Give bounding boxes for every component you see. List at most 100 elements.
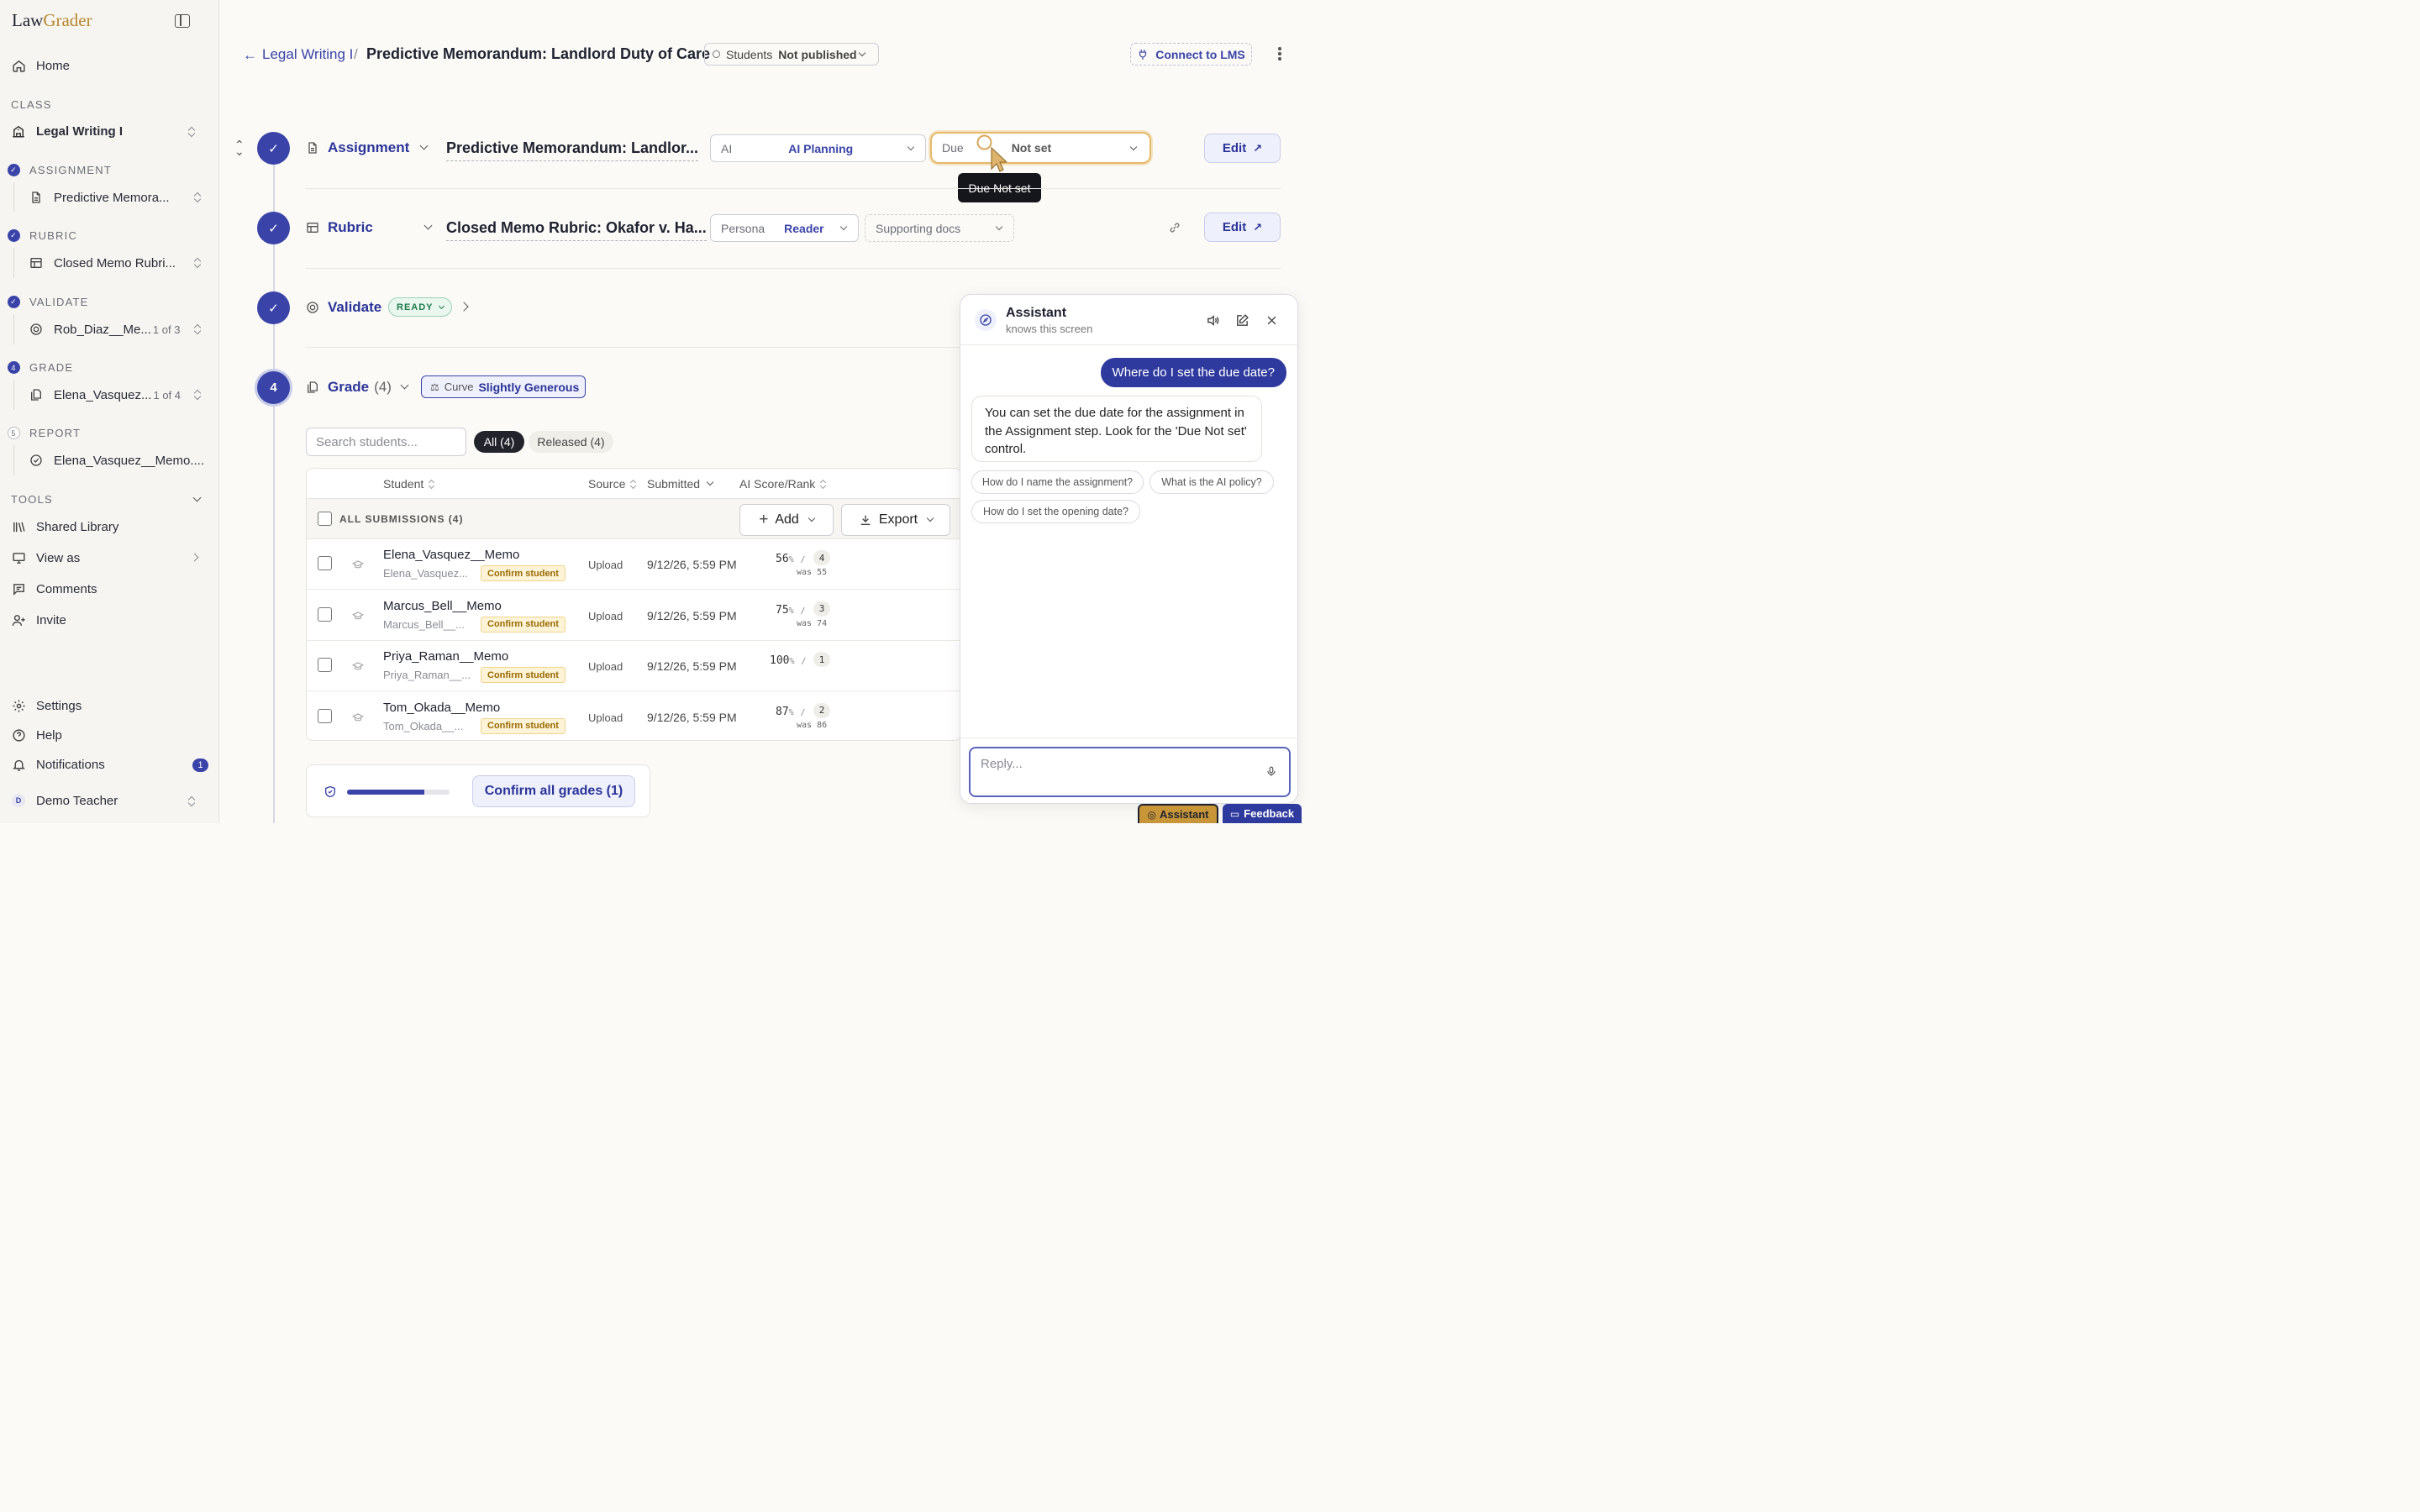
due-date-dropdown[interactable]: Due Not set (930, 132, 1151, 164)
more-options-icon[interactable] (1278, 47, 1281, 60)
sidebar-item-validate[interactable]: Rob_Diaz__Me... 1 of 3 (13, 314, 208, 344)
grading-progress-bar (347, 790, 450, 795)
row-checkbox[interactable] (318, 556, 332, 570)
suggestion-chip-opening-date[interactable]: How do I set the opening date? (971, 500, 1140, 523)
table-row[interactable]: Priya_Raman__Memo Priya_Raman__... Confirm… (307, 641, 960, 691)
sidebar-item-label: Home (36, 58, 71, 73)
confirm-student-badge[interactable]: Confirm student (481, 616, 566, 633)
rubric-name[interactable]: Closed Memo Rubric: Okafor v. Ha... (446, 219, 707, 241)
ready-status-badge[interactable]: READY (388, 297, 452, 317)
chevron-right-icon[interactable] (459, 302, 469, 312)
sidebar-item-grade[interactable]: Elena_Vasquez... 1 of 4 (13, 380, 208, 410)
check-icon: ✓ (8, 296, 20, 308)
table-row[interactable]: Tom_Okada__Memo Tom_Okada__... Confirm stu… (307, 692, 960, 741)
column-header-submitted[interactable]: Submitted (647, 477, 714, 491)
column-header-student[interactable]: Student (383, 477, 434, 491)
submission-file: Tom_Okada__... (383, 719, 464, 732)
back-arrow-icon[interactable]: ← (243, 47, 257, 64)
sidebar-item-rubric[interactable]: Closed Memo Rubri... (13, 248, 208, 278)
suggestion-chip-name[interactable]: How do I name the assignment? (971, 470, 1144, 494)
speaker-icon[interactable] (1205, 312, 1220, 328)
confirm-all-grades-button[interactable]: Confirm all grades (1) (472, 775, 635, 807)
filter-released-tab[interactable]: Released (4) (529, 431, 613, 453)
column-header-source[interactable]: Source (588, 477, 636, 491)
chevron-down-icon[interactable] (192, 493, 202, 502)
reply-input[interactable] (969, 747, 1291, 797)
due-value: Not set (1011, 141, 1052, 155)
edit-assignment-button[interactable]: Edit ↗ (1204, 134, 1281, 163)
connect-lms-button[interactable]: Connect to LMS (1130, 43, 1252, 66)
submission-name[interactable]: Priya_Raman__Memo (383, 649, 508, 664)
rank-badge: 2 (813, 702, 830, 718)
search-students-input[interactable] (306, 428, 466, 456)
table-row[interactable]: Elena_Vasquez__Memo Elena_Vasquez... Confi… (307, 539, 960, 590)
submission-name[interactable]: Elena_Vasquez__Memo (383, 548, 519, 562)
step-header-grade[interactable]: Grade (4) (306, 379, 409, 396)
add-button[interactable]: + Add (739, 504, 834, 536)
sidebar-item-help[interactable]: Help (11, 725, 62, 745)
chevron-updown-icon (193, 389, 202, 401)
close-icon[interactable] (1264, 312, 1279, 328)
sidebar-item-report[interactable]: Elena_Vasquez__Memo.... (13, 445, 208, 475)
step-header-rubric[interactable]: Rubric (306, 219, 433, 236)
confirm-student-badge[interactable]: Confirm student (481, 717, 566, 734)
select-all-checkbox[interactable] (318, 512, 332, 526)
sidebar-step-report: 5 REPORT (8, 427, 81, 439)
link-icon[interactable] (1168, 221, 1181, 234)
sidebar-item-view-as[interactable]: View as (11, 548, 206, 568)
user-name: Demo Teacher (36, 793, 118, 808)
submission-name[interactable]: Tom_Okada__Memo (383, 701, 500, 715)
app-logo[interactable]: LawGrader (12, 10, 92, 31)
breadcrumb-class-link[interactable]: Legal Writing I (262, 46, 353, 63)
step-label: VALIDATE (29, 296, 89, 308)
sidebar-item-notifications[interactable]: Notifications (11, 754, 105, 774)
class-selector[interactable]: Legal Writing I (11, 121, 206, 141)
sidebar-collapse-icon[interactable] (175, 14, 190, 28)
confirm-student-badge[interactable]: Confirm student (481, 565, 566, 581)
sidebar-item-label: Elena_Vasquez... (54, 387, 152, 402)
row-checkbox[interactable] (318, 658, 332, 672)
row-checkbox[interactable] (318, 606, 332, 622)
persona-dropdown[interactable]: Persona Reader (710, 214, 859, 242)
previous-score: was 86 (797, 720, 828, 730)
sidebar-item-invite[interactable]: Invite (11, 610, 66, 630)
chevron-down-icon (858, 49, 866, 57)
student-cap-icon (352, 712, 364, 721)
chevron-down-icon (706, 478, 714, 486)
step-header-validate[interactable]: Validate (306, 299, 381, 316)
sidebar-item-shared-library[interactable]: Shared Library (11, 517, 118, 537)
feedback-button[interactable]: ▭ Feedback (1223, 804, 1302, 823)
table-icon (306, 221, 319, 234)
curve-setting-pill[interactable]: ⚖ Curve Slightly Generous (421, 375, 586, 398)
table-row[interactable]: Marcus_Bell__Memo Marcus_Bell__... Confirm… (307, 591, 960, 641)
sidebar-item-label: Rob_Diaz__Me... (54, 322, 151, 337)
submissions-table: Student Source Submitted AI Score/Rank A… (306, 468, 961, 741)
confirm-student-badge[interactable]: Confirm student (481, 667, 566, 683)
step-label: Grade (328, 379, 370, 395)
publish-status-dropdown[interactable]: Students Not published (704, 43, 879, 66)
export-button[interactable]: Export (841, 504, 950, 536)
sidebar-item-home[interactable]: Home (11, 55, 70, 76)
chevron-down-icon (926, 514, 934, 522)
submission-name[interactable]: Marcus_Bell__Memo (383, 599, 502, 613)
new-chat-icon[interactable] (1234, 312, 1249, 328)
edit-rubric-button[interactable]: Edit ↗ (1204, 213, 1281, 242)
collapse-all-icon[interactable]: ⌃ ⌄ (234, 139, 245, 157)
ai-policy-dropdown[interactable]: AI AI Planning (710, 134, 926, 162)
assignment-name[interactable]: Predictive Memorandum: Landlor... (446, 139, 699, 161)
assistant-toggle-button[interactable]: ◎ Assistant (1138, 804, 1218, 823)
row-checkbox[interactable] (318, 708, 332, 723)
column-header-score[interactable]: AI Score/Rank (739, 477, 826, 491)
sidebar-item-assignment[interactable]: Predictive Memora... (13, 182, 208, 213)
assistant-header: Assistant knows this screen (960, 295, 1297, 345)
user-menu[interactable]: D Demo Teacher (11, 790, 206, 811)
sidebar-item-comments[interactable]: Comments (11, 579, 97, 599)
filter-all-tab[interactable]: All (4) (474, 431, 524, 453)
supporting-docs-dropdown[interactable]: Supporting docs (865, 214, 1014, 242)
sidebar-item-settings[interactable]: Settings (11, 696, 82, 716)
microphone-icon[interactable] (1265, 764, 1277, 779)
step-check-assignment: ✓ (257, 132, 290, 165)
step-header-assignment[interactable]: Assignment (306, 139, 429, 156)
suggestion-chip-ai-policy[interactable]: What is the AI policy? (1150, 470, 1274, 494)
item-count: 1 of 4 (153, 388, 182, 402)
